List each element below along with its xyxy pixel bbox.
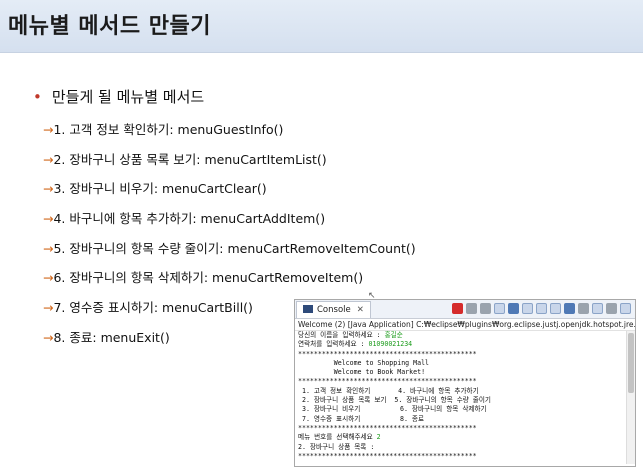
console-toolbar bbox=[452, 303, 631, 314]
scroll-lock-icon[interactable] bbox=[508, 303, 519, 314]
tab-console-label: Console bbox=[317, 305, 351, 315]
show-on-error-icon[interactable] bbox=[550, 303, 561, 314]
close-icon[interactable]: ✕ bbox=[357, 305, 364, 315]
arrow-icon: → bbox=[43, 240, 54, 256]
list-item: →3. 장바구니 비우기: menuCartClear() bbox=[43, 181, 267, 197]
eclipse-console-window: Console ✕ Welcome (2) [Java Application] … bbox=[294, 299, 636, 467]
list-item: →6. 장바구니의 항목 삭제하기: menuCartRemoveItem() bbox=[43, 270, 364, 286]
console-status: Welcome (2) [Java Application] C:₩eclips… bbox=[295, 319, 635, 331]
maximize-icon[interactable] bbox=[620, 303, 631, 314]
list-item: →2. 장바구니 상품 목록 보기: menuCartItemList() bbox=[43, 151, 327, 167]
list-item: →5. 장바구니의 항목 수량 줄이기: menuCartRemoveItemC… bbox=[43, 240, 416, 256]
clear-console-icon[interactable] bbox=[494, 303, 505, 314]
word-wrap-icon[interactable] bbox=[522, 303, 533, 314]
arrow-icon: → bbox=[43, 211, 54, 227]
arrow-icon: → bbox=[43, 122, 54, 137]
menu-select-input: 2 bbox=[376, 433, 381, 442]
list-item: →1. 고객 정보 확인하기: menuGuestInfo() bbox=[43, 122, 284, 137]
remove-all-icon[interactable] bbox=[480, 303, 491, 314]
phone-input: 01090021234 bbox=[368, 340, 413, 349]
arrow-icon: → bbox=[43, 300, 54, 316]
slide-title: 메뉴별 메서드 만들기 bbox=[8, 14, 211, 39]
list-item: →4. 바구니에 항목 추가하기: menuCartAddItem() bbox=[43, 211, 326, 227]
name-input: 홍길순 bbox=[384, 331, 403, 339]
display-console-icon[interactable] bbox=[578, 303, 589, 314]
bullet-heading: • 만들게 될 메뉴별 메서드 bbox=[33, 86, 204, 107]
open-console-icon[interactable] bbox=[592, 303, 603, 314]
arrow-icon: → bbox=[43, 151, 54, 167]
bullet-dot: • bbox=[33, 88, 42, 106]
arrow-icon: → bbox=[43, 329, 54, 345]
minimize-icon[interactable] bbox=[606, 303, 617, 314]
arrow-icon: → bbox=[43, 181, 54, 197]
scrollbar-thumb[interactable] bbox=[628, 333, 634, 393]
console-scrollbar[interactable] bbox=[626, 331, 635, 464]
bullet-text: 만들게 될 메뉴별 메서드 bbox=[51, 88, 205, 106]
terminate-icon[interactable] bbox=[452, 303, 463, 314]
console-tabbar: Console ✕ bbox=[295, 300, 635, 319]
tab-console[interactable]: Console ✕ bbox=[296, 301, 371, 318]
arrow-icon: → bbox=[43, 270, 54, 286]
console-icon bbox=[303, 305, 313, 313]
pin-console-icon[interactable] bbox=[564, 303, 575, 314]
remove-launch-icon[interactable] bbox=[466, 303, 477, 314]
slide-title-bar: 메뉴별 메서드 만들기 bbox=[0, 0, 643, 53]
show-on-output-icon[interactable] bbox=[536, 303, 547, 314]
console-output[interactable]: 당신의 이름을 입력하세요 : 홍길순 연락처를 입력하세요 : 0109002… bbox=[295, 331, 635, 464]
